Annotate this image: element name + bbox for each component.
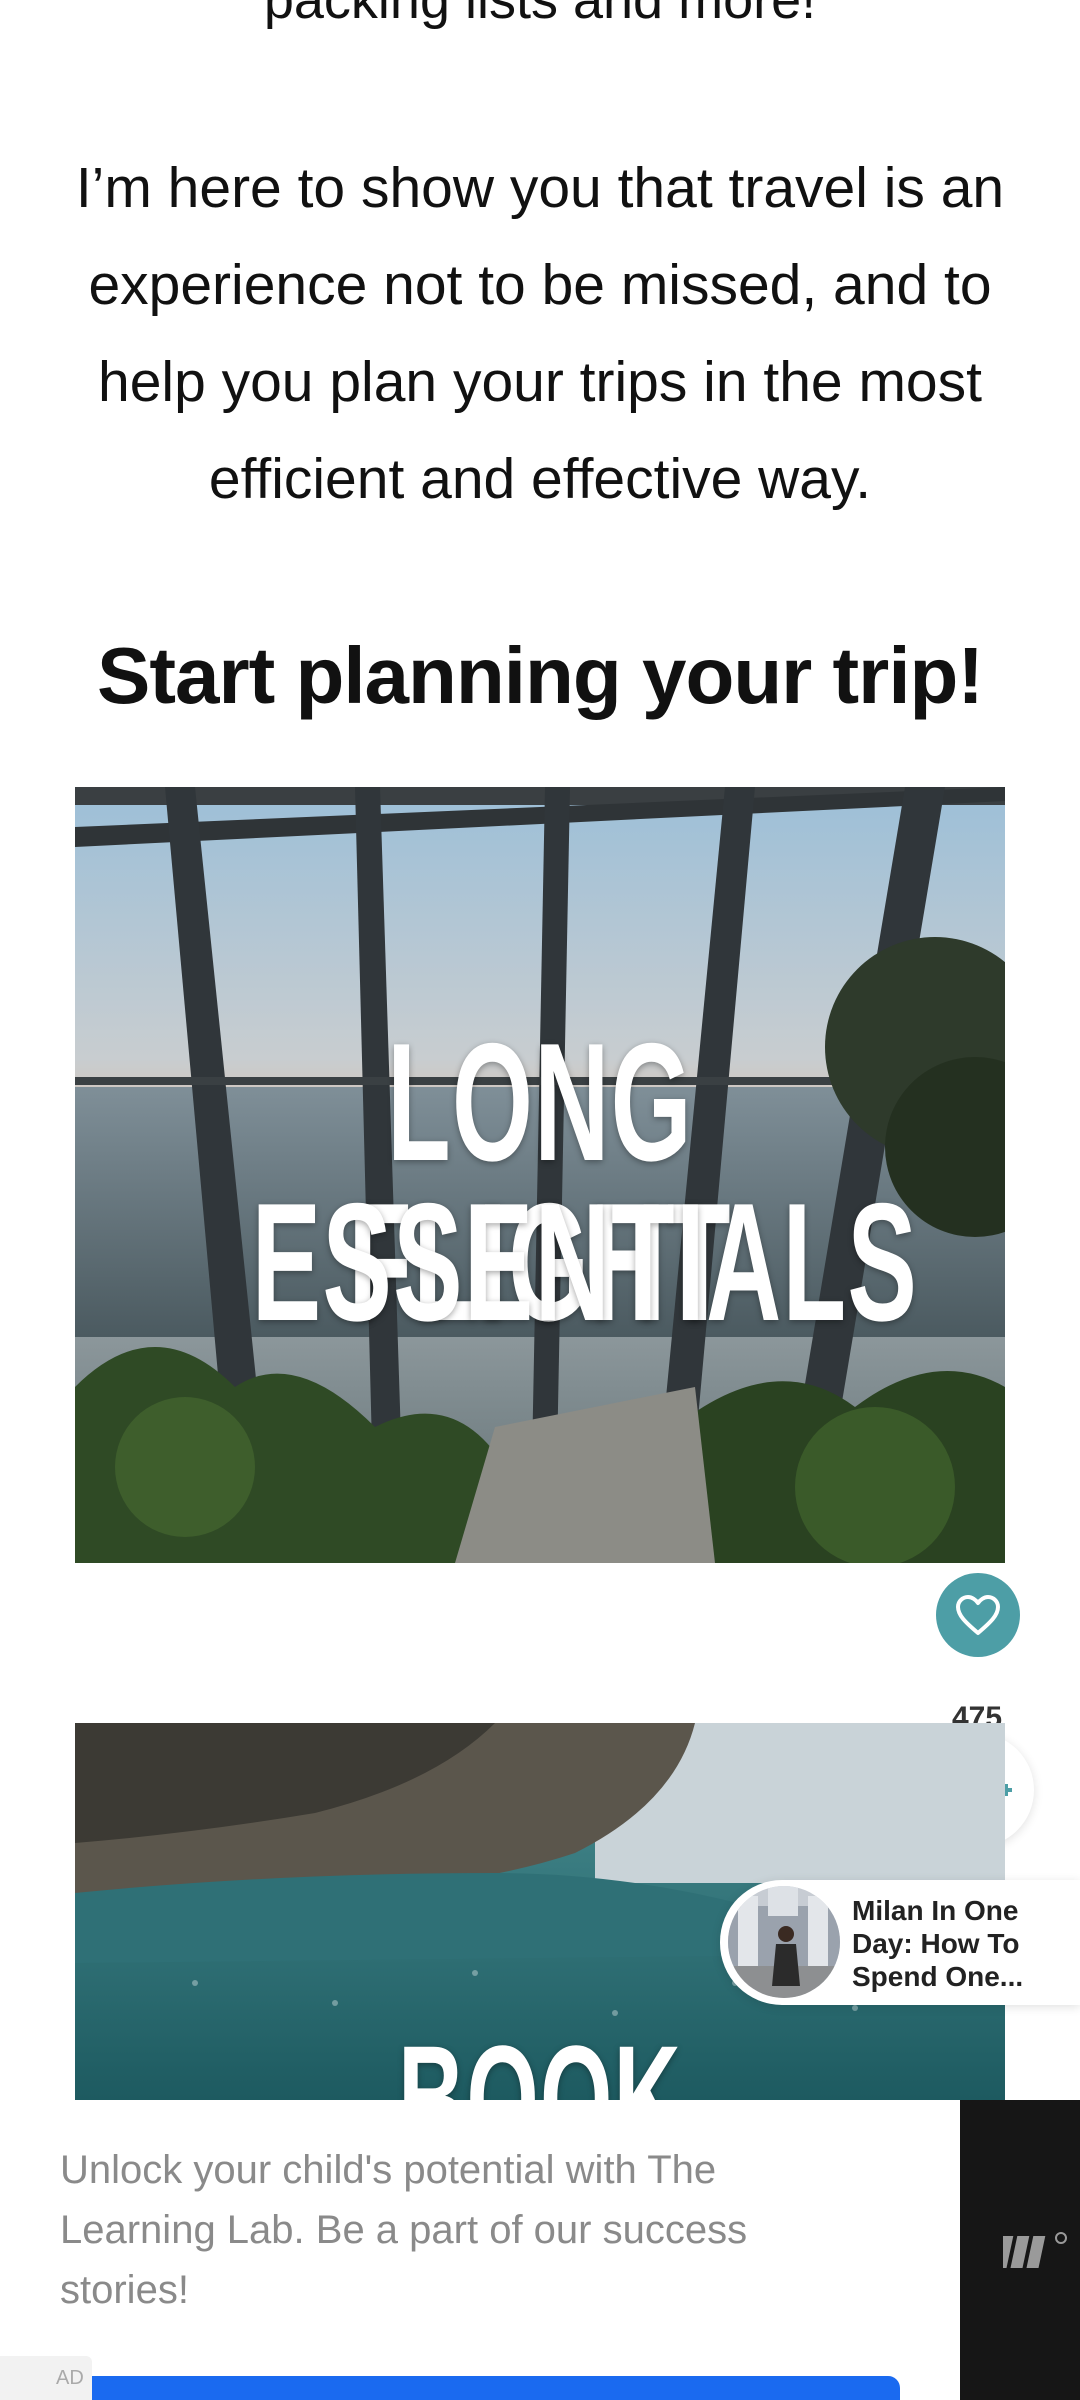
related-post-thumbnail	[724, 1882, 844, 2002]
section-heading: Start planning your trip!	[96, 631, 984, 720]
ad-text[interactable]: Unlock your child's potential with The L…	[60, 2140, 880, 2320]
card-title-line1: BOOK YOUR TRIP	[398, 2014, 682, 2100]
intro-clipped-line: packing lists and more!	[263, 0, 817, 30]
heart-icon	[956, 1595, 1000, 1635]
ad-badge: AD	[0, 2356, 92, 2400]
like-button[interactable]	[936, 1573, 1020, 1657]
ad-banner[interactable]: Unlock your child's potential with The L…	[0, 2100, 1080, 2400]
ad-cta-button[interactable]	[58, 2376, 900, 2400]
card-title-line2: ESSENTIALS	[251, 1168, 919, 1356]
brand-logo-icon	[1003, 2232, 1067, 2268]
related-post-title[interactable]: Milan In One Day: How To Spend One...	[852, 1894, 1072, 1993]
intro-paragraph: I’m here to show you that travel is an e…	[75, 156, 1005, 511]
long-flight-essentials-card[interactable]: LONG FLIGHT ESSENTIALS	[75, 787, 1005, 1563]
related-post-widget[interactable]: Milan In One Day: How To Spend One...	[720, 1880, 1080, 2005]
